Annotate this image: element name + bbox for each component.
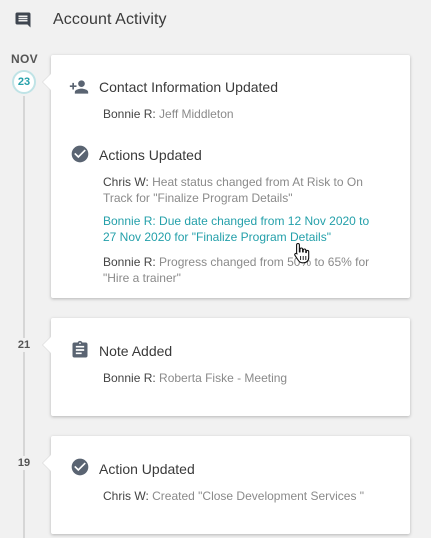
timeline-day[interactable]: 21: [14, 338, 34, 352]
panel-title: Account Activity: [53, 11, 167, 28]
clipboard-icon: [72, 340, 88, 358]
person-add-icon: [69, 80, 89, 94]
check-circle-icon: [71, 458, 89, 476]
activity-entry-link[interactable]: Bonnie R: Due date changed from 12 Nov 2…: [103, 213, 383, 245]
check-circle-icon: [71, 145, 89, 163]
panel-header: Account Activity: [0, 0, 431, 40]
activity-entry: Bonnie R: Roberta Fiske - Meeting: [103, 370, 383, 386]
entry-text: Roberta Fiske - Meeting: [159, 371, 288, 385]
activity-entry: Bonnie R: Jeff Middleton: [103, 106, 383, 122]
entry-author: Bonnie R:: [103, 371, 156, 385]
entry-author: Bonnie R:: [103, 107, 156, 121]
timeline-month: NOV: [11, 52, 38, 66]
timeline-day[interactable]: 19: [14, 456, 34, 470]
activity-entry: Chris W: Heat status changed from At Ris…: [103, 174, 383, 206]
activity-card: Note Added Bonnie R: Roberta Fiske - Mee…: [42, 318, 410, 416]
section-title: Contact Information Updated: [99, 79, 278, 95]
timeline-line: [23, 96, 25, 538]
section-title: Note Added: [99, 343, 173, 359]
entry-author: Bonnie R:: [103, 214, 156, 228]
entry-author: Bonnie R:: [103, 255, 156, 269]
account-activity-panel: Account Activity NOV 23 21 19 Contact In…: [0, 0, 431, 538]
section-title: Action Updated: [99, 461, 195, 477]
activity-card: Action Updated Chris W: Created "Close D…: [42, 436, 410, 534]
activity-entry: Chris W: Created "Close Development Serv…: [103, 488, 383, 504]
section-title: Actions Updated: [99, 147, 202, 163]
activity-entry: Bonnie R: Progress changed from 50% to 6…: [103, 254, 383, 286]
entry-text: Created "Close Development Services ": [152, 489, 365, 503]
entry-author: Chris W:: [103, 489, 149, 503]
activity-card: Contact Information Updated Bonnie R: Je…: [42, 55, 410, 298]
comment-icon: [15, 12, 31, 28]
entry-author: Chris W:: [103, 175, 149, 189]
entry-text: Jeff Middleton: [159, 107, 234, 121]
timeline-day-selected[interactable]: 23: [12, 70, 36, 94]
hand-cursor-icon: [294, 242, 310, 264]
